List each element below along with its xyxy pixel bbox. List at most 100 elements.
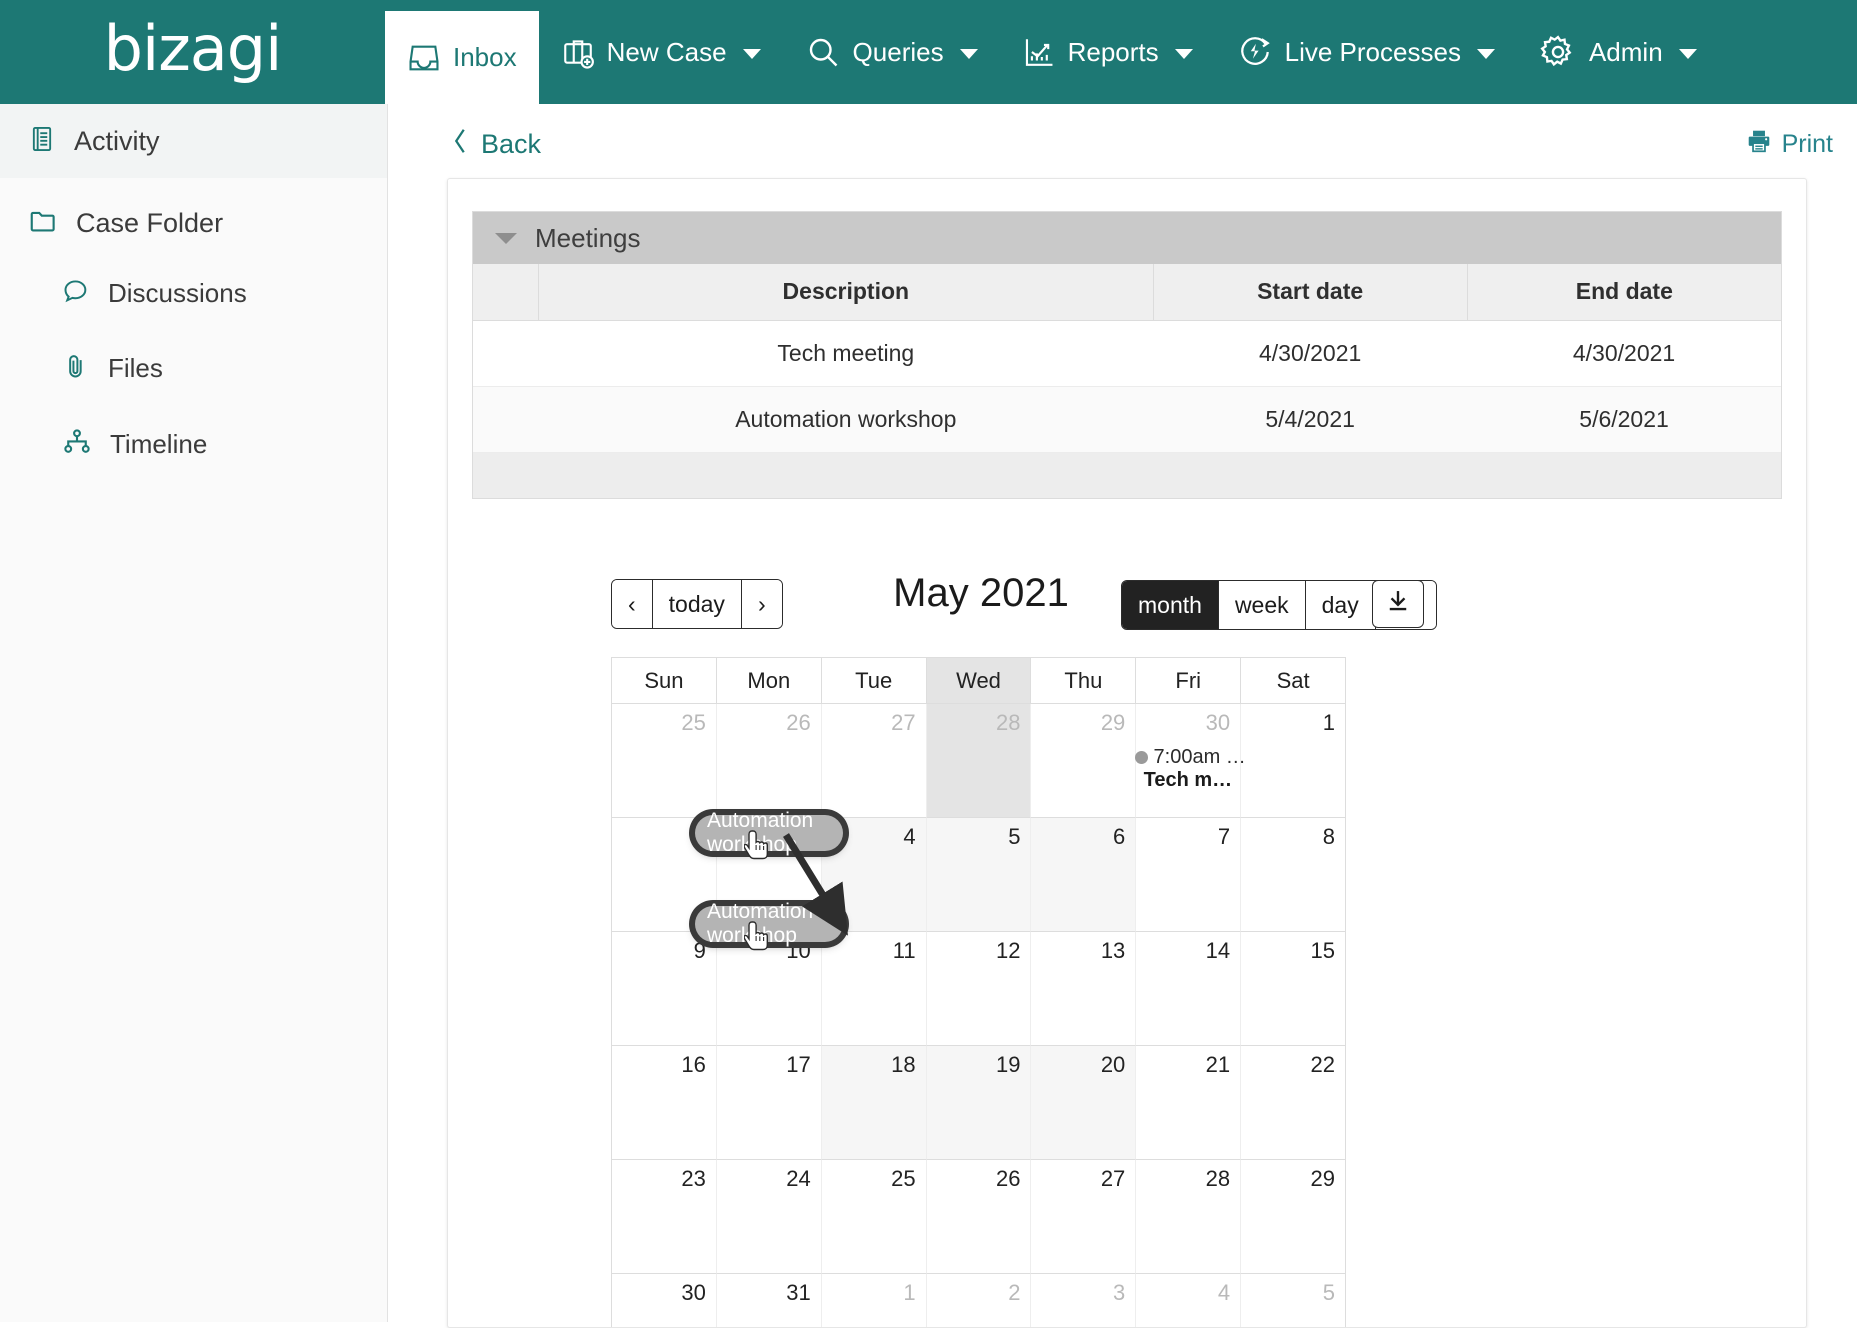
event-dot-icon [1134, 751, 1148, 765]
calendar-day-cell[interactable]: 28 [1136, 1160, 1242, 1274]
weekday-tue: Tue [821, 658, 927, 704]
calendar-day-cell[interactable]: 4 [1136, 1274, 1242, 1327]
chart-icon [1022, 35, 1056, 69]
row-select-cell[interactable] [473, 386, 539, 453]
calendar-day-cell[interactable]: 25 [612, 704, 717, 818]
calendar-day-cell[interactable]: 18 [821, 1046, 927, 1160]
calendar-day-cell[interactable]: 1 [822, 1274, 927, 1327]
nav-item-new-case[interactable]: New Case [539, 0, 783, 104]
calendar-day-cell[interactable]: 27 [821, 704, 927, 818]
calendar-day-cell[interactable]: 26 [716, 704, 822, 818]
table-row[interactable]: Tech meeting 4/30/2021 4/30/2021 [473, 320, 1781, 387]
calendar-day-cell[interactable]: 21 [1136, 1046, 1242, 1160]
mouse-cursor-pointer-icon [744, 830, 768, 860]
day-number: 15 [1310, 938, 1336, 963]
calendar-day-cell[interactable]: 8 [1241, 818, 1346, 932]
back-button[interactable]: Back [451, 126, 541, 163]
sidebar-item-case-folder[interactable]: Case Folder [0, 178, 387, 241]
day-number: 14 [1205, 938, 1231, 963]
print-button[interactable]: Print [1746, 128, 1833, 161]
calendar-day-cell[interactable]: 11 [821, 932, 927, 1046]
weekday-sun: Sun [612, 658, 717, 704]
calendar-event[interactable]: 7:00am … Tech m… [1134, 746, 1246, 792]
nav-label-new-case: New Case [606, 36, 727, 67]
calendar-day-cell[interactable]: 5 [1241, 1274, 1345, 1327]
content-toolbar: Back Print [389, 104, 1857, 189]
meetings-panel-header[interactable]: Meetings [473, 212, 1781, 264]
day-number: 27 [1100, 1166, 1126, 1191]
calendar-view-day[interactable]: day [1305, 581, 1376, 629]
column-header-start-date: Start date [1153, 264, 1468, 321]
sidebar-item-activity[interactable]: Activity [0, 104, 387, 178]
sidebar-label-case-folder: Case Folder [76, 208, 224, 238]
calendar-day-cell[interactable]: 16 [612, 1046, 717, 1160]
event-time: 7:00am … [1153, 746, 1246, 768]
calendar-day-cell[interactable]: 9 [612, 932, 717, 1046]
sidebar-item-timeline[interactable]: Timeline [0, 427, 387, 462]
day-number: 25 [681, 710, 706, 735]
calendar-day-cell[interactable]: 6 [1031, 818, 1137, 932]
calendar-day-cell[interactable]: 29 [1241, 1160, 1346, 1274]
day-number: 4 [903, 824, 916, 849]
calendar-day-cell[interactable]: 17 [716, 1046, 822, 1160]
calendar-day-cell[interactable]: 31 [717, 1274, 822, 1327]
calendar-day-cell[interactable]: 13 [1031, 932, 1137, 1046]
calendar-day-cell[interactable]: 12 [926, 932, 1032, 1046]
day-number: 1 [1322, 710, 1336, 735]
table-row[interactable]: Automation workshop 5/4/2021 5/6/2021 [473, 386, 1781, 453]
calendar-day-cell[interactable]: 20 [1031, 1046, 1137, 1160]
day-number: 26 [786, 710, 811, 735]
chevron-down-icon [959, 49, 978, 59]
calendar-day-cell[interactable]: 30 [612, 1274, 717, 1327]
nav-item-admin[interactable]: Admin [1517, 0, 1719, 104]
calendar-week-row: 23 24 25 26 27 28 29 [612, 1160, 1346, 1274]
calendar-day-cell[interactable]: 5 [926, 818, 1032, 932]
nav-label-admin: Admin [1588, 36, 1663, 67]
calendar-day-cell[interactable]: 3 [1031, 1274, 1137, 1327]
calendar-day-cell[interactable]: 19 [926, 1046, 1032, 1160]
nav-item-reports[interactable]: Reports [1000, 0, 1215, 104]
row-select-cell[interactable] [473, 320, 539, 387]
column-header-end-date: End date [1467, 264, 1781, 321]
weekday-thu: Thu [1031, 658, 1137, 704]
print-label: Print [1781, 130, 1833, 158]
calendar-download-button[interactable] [1372, 580, 1424, 628]
day-number: 19 [995, 1052, 1021, 1077]
calendar-day-cell[interactable]: 1 [1241, 704, 1346, 818]
calendar-today-button[interactable]: today [652, 580, 742, 628]
calendar-day-cell[interactable]: 7 [1136, 818, 1242, 932]
chevron-down-icon [1678, 49, 1697, 59]
nav-item-live-processes[interactable]: Live Processes [1215, 0, 1517, 104]
calendar-day-cell[interactable]: 26 [926, 1160, 1032, 1274]
day-number: 2 [1008, 1280, 1021, 1305]
calendar-day-cell[interactable]: 23 [612, 1160, 717, 1274]
bizagi-logo[interactable]: bizagi [0, 0, 385, 104]
meetings-table-footer-row [473, 452, 1781, 498]
sidebar-item-files[interactable]: Files [0, 352, 387, 385]
calendar-view-week[interactable]: week [1218, 581, 1306, 629]
calendar-day-cell[interactable]: 27 [1031, 1160, 1137, 1274]
calendar-day-cell[interactable]: 15 [1241, 932, 1346, 1046]
calendar-day-cell[interactable]: 30 7:00am … Tech m… [1134, 704, 1246, 818]
calendar-day-cell[interactable]: 29 [1031, 704, 1137, 818]
day-number: 21 [1205, 1052, 1231, 1077]
top-navigation-bar: bizagi Inbox New Case Queries Reports Li… [0, 0, 1857, 104]
sidebar-item-discussions[interactable]: Discussions [0, 277, 387, 310]
top-nav-items: Inbox New Case Queries Reports Live Proc… [385, 0, 1719, 104]
calendar-day-cell[interactable]: 14 [1136, 932, 1242, 1046]
day-number: 28 [1205, 1166, 1231, 1191]
calendar-next-button[interactable]: › [741, 580, 782, 628]
calendar-day-cell[interactable]: 22 [1241, 1046, 1346, 1160]
calendar-day-cell[interactable]: 25 [821, 1160, 927, 1274]
calendar-day-cell[interactable]: 2 [927, 1274, 1032, 1327]
day-number: 12 [995, 938, 1021, 963]
nav-item-queries[interactable]: Queries [783, 0, 1000, 104]
meetings-table-footer-cell [473, 452, 1781, 498]
calendar-view-month[interactable]: month [1122, 581, 1219, 629]
calendar-day-cell-today[interactable]: 28 [926, 704, 1032, 818]
sidebar-label-timeline: Timeline [110, 429, 208, 459]
calendar-prev-button[interactable]: ‹ [612, 580, 653, 628]
calendar-day-cell[interactable]: 24 [716, 1160, 822, 1274]
nav-item-inbox[interactable]: Inbox [385, 11, 539, 104]
nav-label-live-processes: Live Processes [1284, 36, 1461, 67]
